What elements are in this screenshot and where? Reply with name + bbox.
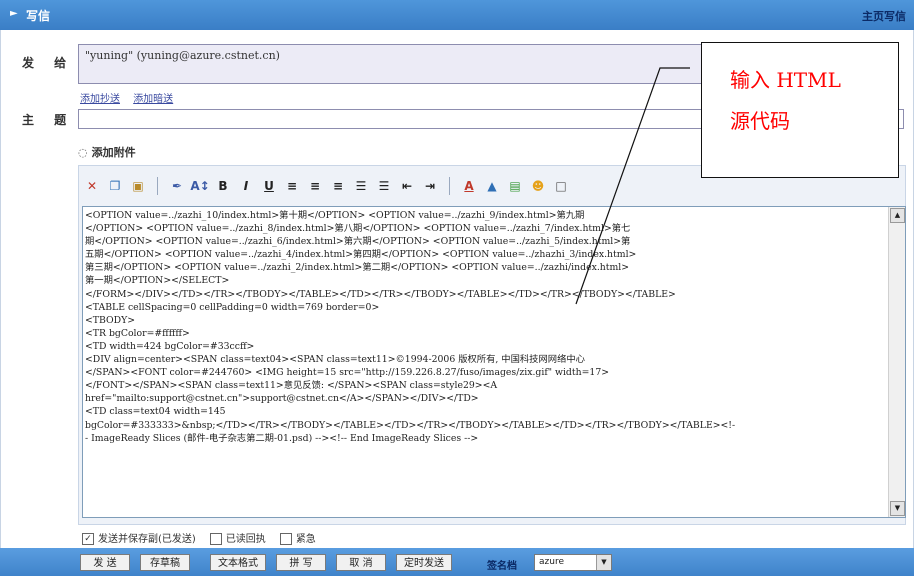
annotation-callout: 输入 HTML 源代码 [701,42,899,178]
annotation-line2: 源代码 [730,109,790,133]
annotation-line1: 输入 HTML [730,68,841,92]
pointer-line [575,67,690,305]
